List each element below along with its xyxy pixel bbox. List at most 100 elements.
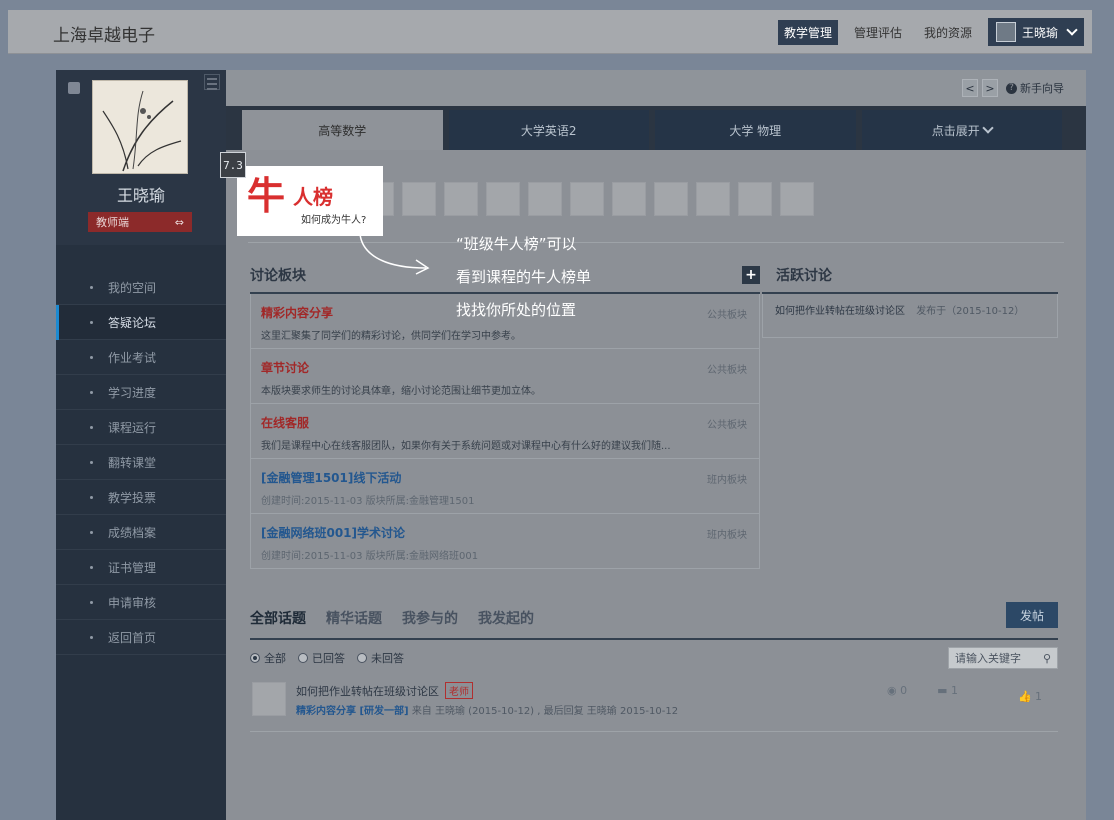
content-area: 讨论板块 + 精彩内容分享 这里汇聚集了同学们的精彩讨论，供同学们在学习中参考。… bbox=[226, 150, 1086, 820]
board-item[interactable]: [金融网络班001]学术讨论 创建时间:2015-11-03 版块所属:金融网络… bbox=[250, 514, 760, 569]
star-avatars bbox=[360, 182, 814, 216]
prev-button[interactable]: < bbox=[962, 79, 978, 97]
user-menu-button[interactable]: 王晓瑜 bbox=[987, 18, 1084, 46]
filter-unanswered-radio[interactable]: 未回答 bbox=[357, 650, 404, 666]
active-discussion-date: 发布于（2015-10-12） bbox=[916, 306, 1025, 317]
user-name: 王晓瑜 bbox=[1021, 25, 1058, 40]
board-desc: 这里汇聚集了同学们的精彩讨论，供同学们在学习中参考。 bbox=[261, 331, 521, 342]
board-meta: 创建时间:2015-11-03 版块所属:金融管理1501 bbox=[261, 496, 475, 507]
guide-line-2: 看到课程的牛人榜单 bbox=[456, 268, 592, 286]
sidebar-item-my-space[interactable]: 我的空间 bbox=[56, 270, 226, 305]
sidebar-item-course-operation[interactable]: 课程运行 bbox=[56, 410, 226, 445]
topics-section: 全部话题 精华话题 我参与的 我发起的 发帖 全部 已回答 未回答 请输入关键字… bbox=[250, 598, 1058, 732]
guide-arrow-icon bbox=[359, 233, 430, 275]
app-shell: 王晓瑜 教师端 ⇔ 我的空间 答疑论坛 作业考试 学习进度 课程运行 翻转课堂 … bbox=[56, 70, 1086, 820]
profile-card: 王晓瑜 教师端 ⇔ bbox=[56, 70, 226, 245]
switch-role-button[interactable]: 教师端 ⇔ bbox=[88, 212, 192, 232]
active-discussion-item[interactable]: 如何把作业转帖在班级讨论区 发布于（2015-10-12） bbox=[762, 294, 1058, 338]
board-tag: 公共板块 bbox=[707, 365, 747, 376]
sidebar-item-application-review[interactable]: 申请审核 bbox=[56, 585, 226, 620]
board-title: 在线客服 bbox=[261, 416, 310, 430]
tab-all-topics[interactable]: 全部话题 bbox=[250, 608, 306, 628]
nav-management-evaluation[interactable]: 管理评估 bbox=[848, 20, 908, 45]
board-desc: 我们是课程中心在线客服团队，如果你有关于系统问题或对课程中心有什么好的建议我们随… bbox=[261, 441, 671, 452]
chevron-down-icon bbox=[982, 122, 994, 134]
new-post-button[interactable]: 发帖 bbox=[1006, 602, 1058, 628]
top-bar: 上海卓越电子 教学管理 管理评估 我的资源 王晓瑜 bbox=[8, 10, 1092, 54]
sidebar-item-homework-exam[interactable]: 作业考试 bbox=[56, 340, 226, 375]
board-title: [金融管理1501]线下活动 bbox=[261, 471, 402, 485]
star-board-subtitle: 如何成为牛人? bbox=[301, 215, 367, 226]
topic-board-link[interactable]: 精彩内容分享 [研发一部] bbox=[296, 706, 409, 717]
filter-all-radio[interactable]: 全部 bbox=[250, 650, 286, 666]
orchid-painting bbox=[93, 81, 187, 173]
sidebar-item-flipped-classroom[interactable]: 翻转课堂 bbox=[56, 445, 226, 480]
board-tag: 公共板块 bbox=[707, 420, 747, 431]
switch-arrows-icon: ⇔ bbox=[174, 215, 184, 229]
tab-college-physics[interactable]: 大学 物理 bbox=[655, 110, 856, 150]
next-button[interactable]: > bbox=[982, 79, 998, 97]
role-label: 教师端 bbox=[96, 216, 129, 229]
topic-row: 如何把作业转帖在班级讨论区 老师 精彩内容分享 [研发一部] 来自 王晓瑜 (20… bbox=[250, 676, 1058, 732]
sidebar-item-learning-progress[interactable]: 学习进度 bbox=[56, 375, 226, 410]
tab-advanced-math[interactable]: 高等数学 bbox=[242, 110, 443, 150]
chevron-down-icon bbox=[1066, 24, 1078, 36]
star-avatar[interactable] bbox=[654, 182, 688, 216]
board-item[interactable]: 在线客服 我们是课程中心在线客服团队，如果你有关于系统问题或对课程中心有什么好的… bbox=[250, 404, 760, 459]
topic-avatar bbox=[252, 682, 286, 716]
newbie-guide-link[interactable]: ? 新手向导 bbox=[1006, 80, 1064, 96]
topic-meta-text: 来自 王晓瑜 (2015-10-12) , 最后回复 王晓瑜 2015-10-1… bbox=[411, 706, 679, 717]
sidebar-item-back-home[interactable]: 返回首页 bbox=[56, 620, 226, 655]
star-avatar[interactable] bbox=[696, 182, 730, 216]
person-icon bbox=[68, 82, 80, 94]
star-avatar[interactable] bbox=[738, 182, 772, 216]
star-board-highlight[interactable]: 牛 人榜 如何成为牛人? bbox=[237, 166, 383, 236]
topic-stats: ◉ 0 ▬ 1 bbox=[887, 684, 958, 697]
tab-started[interactable]: 我发起的 bbox=[478, 608, 534, 628]
board-tag: 公共板块 bbox=[707, 310, 747, 321]
help-icon: ? bbox=[1006, 82, 1017, 94]
nav-teaching-management[interactable]: 教学管理 bbox=[777, 19, 838, 45]
tab-expand[interactable]: 点击展开 bbox=[861, 110, 1062, 150]
board-tag: 班内板块 bbox=[707, 530, 747, 541]
pager: < > ? 新手向导 bbox=[962, 79, 1064, 97]
star-avatar[interactable] bbox=[528, 182, 562, 216]
star-avatar[interactable] bbox=[570, 182, 604, 216]
board-desc: 本版块要求师生的讨论具体章，缩小讨论范围让细节更加立体。 bbox=[261, 386, 541, 397]
avatar[interactable] bbox=[92, 80, 188, 174]
guide-line-1: “班级牛人榜”可以 bbox=[456, 235, 577, 253]
guide-step-badge: 7.3 bbox=[220, 152, 246, 178]
sidebar-item-qa-forum[interactable]: 答疑论坛 bbox=[56, 305, 226, 340]
tab-participated[interactable]: 我参与的 bbox=[402, 608, 458, 628]
board-title: 章节讨论 bbox=[261, 361, 310, 375]
sidebar-item-grade-records[interactable]: 成绩档案 bbox=[56, 515, 226, 550]
star-avatar[interactable] bbox=[402, 182, 436, 216]
user-avatar-icon bbox=[995, 22, 1016, 42]
sidebar-item-teaching-vote[interactable]: 教学投票 bbox=[56, 480, 226, 515]
course-tabs: 高等数学 大学英语2 大学 物理 点击展开 bbox=[242, 110, 1062, 150]
topic-title-link[interactable]: 如何把作业转帖在班级讨论区 老师 bbox=[296, 682, 473, 699]
filter-answered-radio[interactable]: 已回答 bbox=[298, 650, 345, 666]
hamburger-menu-icon[interactable] bbox=[204, 74, 220, 90]
sidebar: 王晓瑜 教师端 ⇔ 我的空间 答疑论坛 作业考试 学习进度 课程运行 翻转课堂 … bbox=[56, 70, 226, 820]
star-avatar[interactable] bbox=[444, 182, 478, 216]
board-item[interactable]: [金融管理1501]线下活动 创建时间:2015-11-03 版块所属:金融管理… bbox=[250, 459, 760, 514]
sidebar-item-certificates[interactable]: 证书管理 bbox=[56, 550, 226, 585]
user-display-name: 王晓瑜 bbox=[116, 186, 165, 205]
star-avatar[interactable] bbox=[612, 182, 646, 216]
board-item[interactable]: 章节讨论 本版块要求师生的讨论具体章，缩小讨论范围让细节更加立体。 公共板块 bbox=[250, 349, 760, 404]
tab-college-english-2[interactable]: 大学英语2 bbox=[448, 110, 649, 150]
replies-stat: ▬ 1 bbox=[937, 684, 958, 697]
star-board-big-char: 牛 bbox=[247, 174, 286, 218]
star-avatar[interactable] bbox=[780, 182, 814, 216]
comment-icon: ▬ bbox=[937, 684, 948, 697]
star-avatar[interactable] bbox=[486, 182, 520, 216]
add-board-button[interactable]: + bbox=[742, 266, 760, 284]
board-meta: 创建时间:2015-11-03 版块所属:金融网络班001 bbox=[261, 551, 479, 562]
like-button[interactable]: 👍 1 bbox=[1018, 690, 1042, 703]
tab-featured-topics[interactable]: 精华话题 bbox=[326, 608, 382, 628]
search-input[interactable]: 请输入关键字 ⚲ bbox=[948, 647, 1058, 669]
nav-my-resources[interactable]: 我的资源 bbox=[918, 20, 978, 45]
search-icon: ⚲ bbox=[1042, 651, 1051, 665]
top-nav: 教学管理 管理评估 我的资源 王晓瑜 bbox=[777, 18, 1084, 46]
